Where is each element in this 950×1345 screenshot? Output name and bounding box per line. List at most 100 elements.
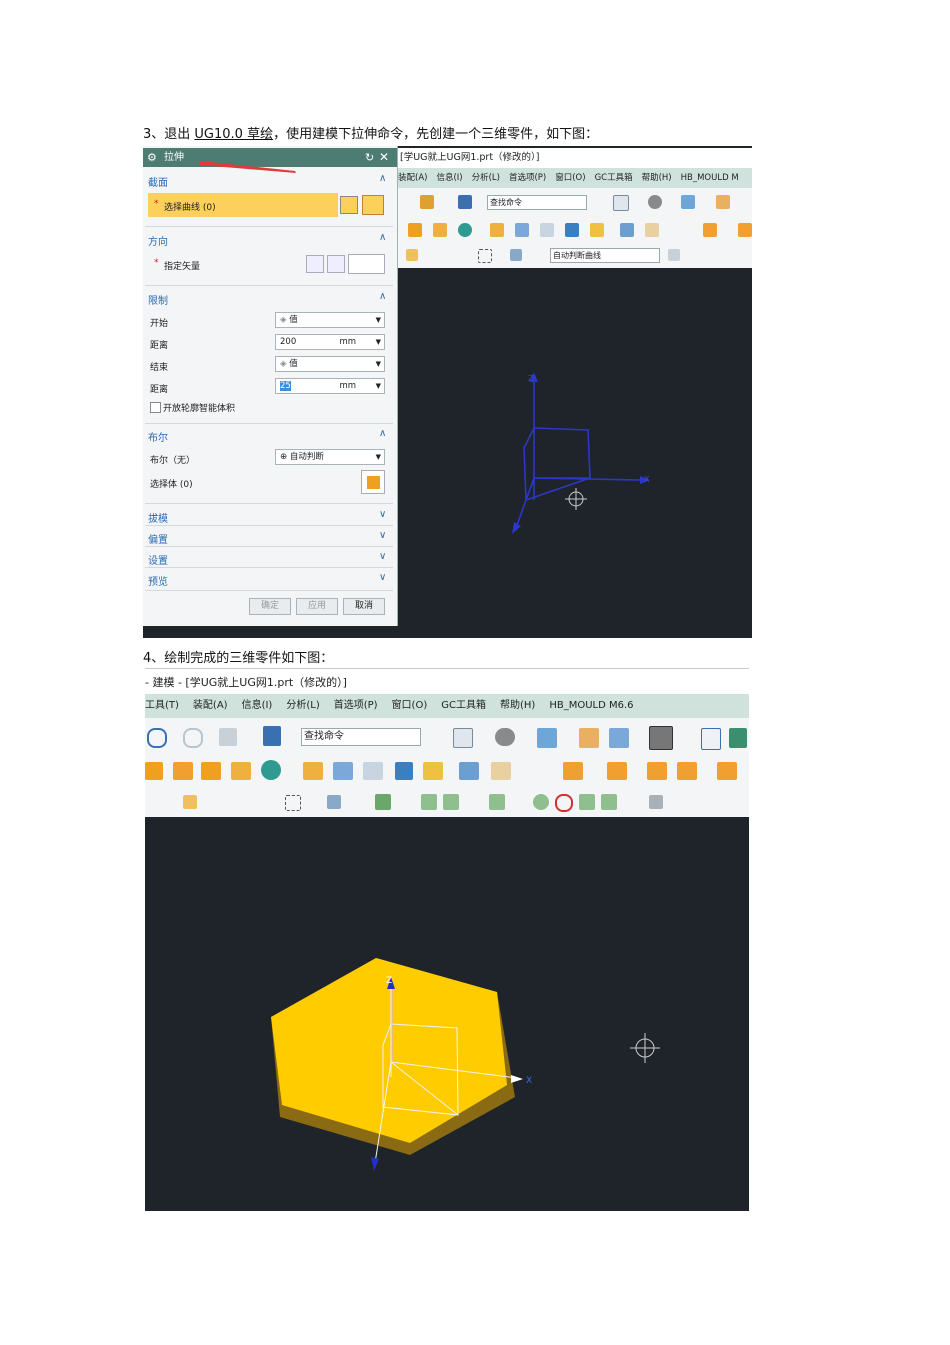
revolve-icon[interactable] <box>173 762 193 780</box>
ok-button[interactable]: 确定 <box>249 598 291 615</box>
cube-icon[interactable] <box>537 728 557 748</box>
brush-icon[interactable] <box>219 728 237 746</box>
combine-icon[interactable] <box>231 762 251 780</box>
menu-item[interactable]: 装配(A) <box>398 173 427 183</box>
close-icon[interactable]: ✕ <box>379 148 389 167</box>
expand-icon[interactable]: ∨ <box>379 509 386 520</box>
menu-item[interactable]: 首选项(P) <box>509 173 546 183</box>
section-header-limits[interactable]: 限制 <box>148 292 168 307</box>
offset-icon[interactable] <box>565 223 579 237</box>
shell-icon[interactable] <box>490 223 504 237</box>
menu-item[interactable]: 窗口(O) <box>555 173 585 183</box>
mid-point-icon[interactable] <box>443 794 459 810</box>
view-section-icon[interactable] <box>729 728 747 748</box>
mold-layout-icon[interactable] <box>677 762 697 780</box>
split-icon[interactable] <box>590 223 604 237</box>
info-icon[interactable] <box>458 195 472 209</box>
menu-item[interactable]: 装配(A) <box>193 700 228 711</box>
section-header-boolean[interactable]: 布尔 <box>148 429 168 444</box>
gear-icon[interactable]: ⚙ <box>147 148 157 167</box>
intersection-icon[interactable] <box>579 794 595 810</box>
step3-link[interactable]: UG10.0 草绘 <box>194 127 273 142</box>
shell-icon[interactable] <box>303 762 323 780</box>
pattern-icon[interactable] <box>408 223 422 237</box>
menu-item[interactable]: 首选项(P) <box>334 700 378 711</box>
apply-button[interactable]: 应用 <box>296 598 338 615</box>
render-style-icon[interactable] <box>495 728 515 746</box>
boolean-select[interactable]: ⊕ 自动判断 ▼ <box>275 449 385 465</box>
solid-select-icon[interactable] <box>327 795 341 809</box>
quadrant-icon[interactable] <box>555 794 573 812</box>
datum-icon[interactable] <box>261 760 281 780</box>
undo-icon[interactable] <box>147 728 167 748</box>
section-header-offset[interactable]: 偏置 <box>148 531 168 546</box>
menu-item[interactable]: 信息(I) <box>242 700 273 711</box>
snap-icon[interactable] <box>668 249 680 261</box>
curve-rule-select[interactable]: 自动判断曲线 <box>550 248 660 263</box>
section-header-settings[interactable]: 设置 <box>148 552 168 567</box>
view-orient-icon[interactable] <box>701 728 721 750</box>
background-icon[interactable] <box>649 726 673 750</box>
reverse-direction-icon[interactable] <box>306 255 324 273</box>
blend-icon[interactable] <box>620 223 634 237</box>
expand-icon[interactable]: ∨ <box>379 551 386 562</box>
combine-icon[interactable] <box>433 223 447 237</box>
select-box-icon[interactable] <box>285 795 301 811</box>
fit-view-icon[interactable] <box>453 728 473 748</box>
vector-inference-icon[interactable] <box>348 254 385 274</box>
start-distance-input[interactable]: 200 mm ▼ <box>275 334 385 350</box>
cube-icon[interactable] <box>681 195 695 209</box>
search-input[interactable]: 查找命令 <box>487 195 587 210</box>
reset-icon[interactable]: ↻ <box>365 148 374 167</box>
start-select[interactable]: ◈ 值 ▼ <box>275 312 385 328</box>
menu-item[interactable]: 帮助(H) <box>500 700 535 711</box>
mold-tool-icon[interactable] <box>738 223 752 237</box>
collapse-icon[interactable]: ∧ <box>379 173 386 184</box>
redo-icon[interactable] <box>183 728 203 748</box>
cancel-button[interactable]: 取消 <box>343 598 385 615</box>
tangent-icon[interactable] <box>601 794 617 810</box>
curve-section-icon[interactable] <box>362 195 384 215</box>
layer-icon[interactable] <box>609 728 629 748</box>
mold-icon[interactable] <box>703 223 717 237</box>
folder-icon[interactable] <box>579 728 599 748</box>
trim-icon[interactable] <box>363 762 383 780</box>
menu-item[interactable]: 窗口(O) <box>392 700 428 711</box>
section-header-direction[interactable]: 方向 <box>148 233 168 248</box>
info-icon[interactable] <box>263 726 281 746</box>
menu-item[interactable]: GC工具箱 <box>441 700 486 711</box>
offset-icon[interactable] <box>395 762 413 780</box>
section-header-section[interactable]: 截面 <box>148 174 168 189</box>
datum-icon[interactable] <box>458 223 472 237</box>
on-curve-icon[interactable] <box>489 794 505 810</box>
menu-item[interactable]: GC工具箱 <box>595 173 633 183</box>
end-distance-input[interactable]: 25 mm ▼ <box>275 378 385 394</box>
point-constructor-icon[interactable] <box>649 795 663 809</box>
mold-tool-icon[interactable] <box>607 762 627 780</box>
graphics-viewport[interactable]: Z X <box>398 268 752 638</box>
render-style-icon[interactable] <box>648 195 662 209</box>
split-icon[interactable] <box>423 762 443 780</box>
snap-point-icon[interactable] <box>375 794 391 810</box>
menu-item[interactable]: 信息(I) <box>436 173 462 183</box>
menu-item[interactable]: HB_MOULD M <box>681 173 739 183</box>
menu-item[interactable]: 分析(L) <box>286 700 319 711</box>
trim-icon[interactable] <box>540 223 554 237</box>
select-body-icon[interactable] <box>361 470 385 494</box>
menu-item[interactable]: 帮助(H) <box>642 173 672 183</box>
book-icon[interactable] <box>420 195 434 209</box>
menu-item[interactable]: HB_MOULD M6.6 <box>549 700 633 711</box>
select-box-icon[interactable] <box>478 249 492 263</box>
graphics-viewport[interactable]: Z X <box>145 817 749 1211</box>
mold-icon[interactable] <box>563 762 583 780</box>
vector-dialog-icon[interactable] <box>327 255 345 273</box>
chamfer-icon[interactable] <box>491 762 511 780</box>
search-input[interactable]: 查找命令 <box>301 728 421 746</box>
solid-select-icon[interactable] <box>510 249 522 261</box>
mold-insert-icon[interactable] <box>647 762 667 780</box>
surface-icon[interactable] <box>515 223 529 237</box>
filter-icon[interactable] <box>183 795 197 809</box>
section-header-draft[interactable]: 拔模 <box>148 510 168 525</box>
collapse-icon[interactable]: ∧ <box>379 232 386 243</box>
collapse-icon[interactable]: ∧ <box>379 428 386 439</box>
